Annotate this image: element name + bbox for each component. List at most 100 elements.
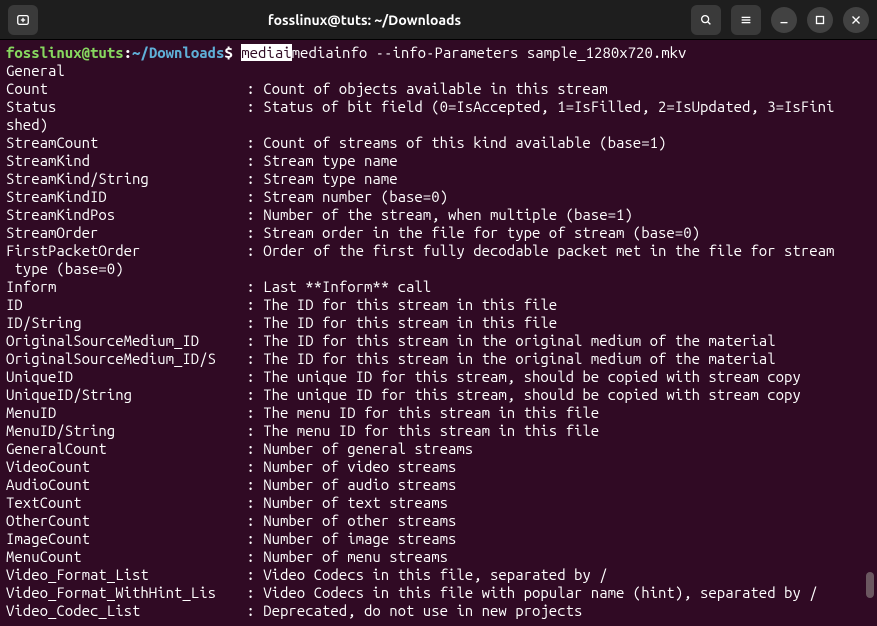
parameter-sep: : xyxy=(238,368,263,385)
terminal-output[interactable]: fosslinux@tuts:~/Downloads$ mediaimediai… xyxy=(0,40,877,624)
prompt-user: fosslinux@tuts xyxy=(6,44,124,61)
close-icon xyxy=(849,13,863,27)
titlebar: fosslinux@tuts: ~/Downloads xyxy=(0,0,877,40)
parameter-value: Number of the stream, when multiple (bas… xyxy=(263,206,633,223)
parameter-sep: : xyxy=(238,422,263,439)
new-tab-button[interactable] xyxy=(8,5,38,35)
parameter-sep: : xyxy=(238,134,263,151)
parameter-row: StreamOrder : Stream order in the file f… xyxy=(6,224,871,242)
parameter-sep: : xyxy=(238,278,263,295)
maximize-icon xyxy=(813,13,827,27)
prompt-path: ~/Downloads xyxy=(132,44,224,61)
parameter-value: Video Codecs in this file with popular n… xyxy=(263,584,817,601)
parameter-key: StreamKind xyxy=(6,152,238,170)
parameter-row: AudioCount : Number of audio streams xyxy=(6,476,871,494)
search-icon xyxy=(699,13,713,27)
parameter-sep: : xyxy=(238,386,263,403)
parameter-sep: : xyxy=(238,152,263,169)
parameter-key: StreamOrder xyxy=(6,224,238,242)
parameter-sep: : xyxy=(238,314,263,331)
parameter-value: The unique ID for this stream, should be… xyxy=(263,368,801,385)
parameter-sep: : xyxy=(238,602,263,619)
parameter-row: Video_Codec_List : Deprecated, do not us… xyxy=(6,602,871,620)
parameter-row: StreamKindID : Stream number (base=0) xyxy=(6,188,871,206)
minimize-button[interactable] xyxy=(771,7,797,33)
parameter-value: Number of general streams xyxy=(263,440,473,457)
parameter-key: Video_Format_WithHint_Lis xyxy=(6,584,238,602)
parameter-sep: : xyxy=(238,188,263,205)
parameter-continuation: type (base=0) xyxy=(6,260,871,278)
close-button[interactable] xyxy=(843,7,869,33)
parameter-sep: : xyxy=(238,98,263,115)
parameter-key: ID xyxy=(6,296,238,314)
parameter-row: StreamKind/String : Stream type name xyxy=(6,170,871,188)
parameter-key: FirstPacketOrder xyxy=(6,242,238,260)
parameter-value: Stream type name xyxy=(263,170,397,187)
parameter-value: Deprecated, do not use in new projects xyxy=(263,602,582,619)
parameter-sep: : xyxy=(238,512,263,529)
parameter-sep: : xyxy=(238,206,263,223)
parameter-row: MenuID : The menu ID for this stream in … xyxy=(6,404,871,422)
parameter-row: StreamKind : Stream type name xyxy=(6,152,871,170)
parameter-key: Inform xyxy=(6,278,238,296)
search-button[interactable] xyxy=(691,5,721,35)
parameter-key: UniqueID/String xyxy=(6,386,238,404)
parameter-key: MenuID xyxy=(6,404,238,422)
parameter-value: Status of bit field (0=IsAccepted, 1=IsF… xyxy=(263,98,834,115)
parameter-key: MenuCount xyxy=(6,548,238,566)
parameter-sep: : xyxy=(238,476,263,493)
parameter-value: Number of other streams xyxy=(263,512,456,529)
parameter-row: OriginalSourceMedium_ID/S : The ID for t… xyxy=(6,350,871,368)
parameter-sep: : xyxy=(238,224,263,241)
parameter-key: UniqueID xyxy=(6,368,238,386)
parameter-key: ID/String xyxy=(6,314,238,332)
parameter-value: The ID for this stream in this file xyxy=(263,314,557,331)
parameter-value: The menu ID for this stream in this file xyxy=(263,404,599,421)
prompt-sep1: : xyxy=(124,44,132,61)
scrollbar-thumb[interactable] xyxy=(866,572,874,598)
parameter-value: Number of menu streams xyxy=(263,548,448,565)
parameter-row: MenuCount : Number of menu streams xyxy=(6,548,871,566)
parameter-continuation: shed) xyxy=(6,116,871,134)
parameter-row: Video_Format_List : Video Codecs in this… xyxy=(6,566,871,584)
parameter-key: MenuID/String xyxy=(6,422,238,440)
parameter-key: OriginalSourceMedium_ID/S xyxy=(6,350,238,368)
parameter-value: The ID for this stream in the original m… xyxy=(263,350,775,367)
parameter-row: VideoCount : Number of video streams xyxy=(6,458,871,476)
parameter-row: OriginalSourceMedium_ID : The ID for thi… xyxy=(6,332,871,350)
parameter-value: Stream order in the file for type of str… xyxy=(263,224,700,241)
section-header: General xyxy=(6,62,65,79)
parameter-value: Count of objects available in this strea… xyxy=(263,80,607,97)
parameter-key: OriginalSourceMedium_ID xyxy=(6,332,238,350)
parameter-key: Status xyxy=(6,98,238,116)
parameter-row: StreamCount : Count of streams of this k… xyxy=(6,134,871,152)
new-tab-icon xyxy=(16,13,30,27)
parameter-row: OtherCount : Number of other streams xyxy=(6,512,871,530)
maximize-button[interactable] xyxy=(807,7,833,33)
parameter-row: FirstPacketOrder : Order of the first fu… xyxy=(6,242,871,260)
parameter-key: GeneralCount xyxy=(6,440,238,458)
parameter-value: The menu ID for this stream in this file xyxy=(263,422,599,439)
parameter-value: Order of the first fully decodable packe… xyxy=(263,242,834,259)
parameter-value: The ID for this stream in this file xyxy=(263,296,557,313)
parameter-row: TextCount : Number of text streams xyxy=(6,494,871,512)
parameter-value: Number of audio streams xyxy=(263,476,456,493)
parameter-sep: : xyxy=(238,332,263,349)
parameter-key: StreamKindPos xyxy=(6,206,238,224)
parameter-key: Video_Codec_List xyxy=(6,602,238,620)
parameter-key: AudioCount xyxy=(6,476,238,494)
menu-button[interactable] xyxy=(731,5,761,35)
parameter-sep: : xyxy=(238,404,263,421)
parameter-row: Count : Count of objects available in th… xyxy=(6,80,871,98)
parameter-key: StreamKindID xyxy=(6,188,238,206)
parameter-sep: : xyxy=(238,584,263,601)
parameter-value: Video Codecs in this file, separated by … xyxy=(263,566,607,583)
parameter-sep: : xyxy=(238,548,263,565)
parameter-value: Stream type name xyxy=(263,152,397,169)
parameter-key: TextCount xyxy=(6,494,238,512)
prompt-sep2: $ xyxy=(224,44,241,61)
parameter-value: The ID for this stream in the original m… xyxy=(263,332,775,349)
minimize-icon xyxy=(777,13,791,27)
parameter-value: Number of text streams xyxy=(263,494,448,511)
parameter-sep: : xyxy=(238,170,263,187)
